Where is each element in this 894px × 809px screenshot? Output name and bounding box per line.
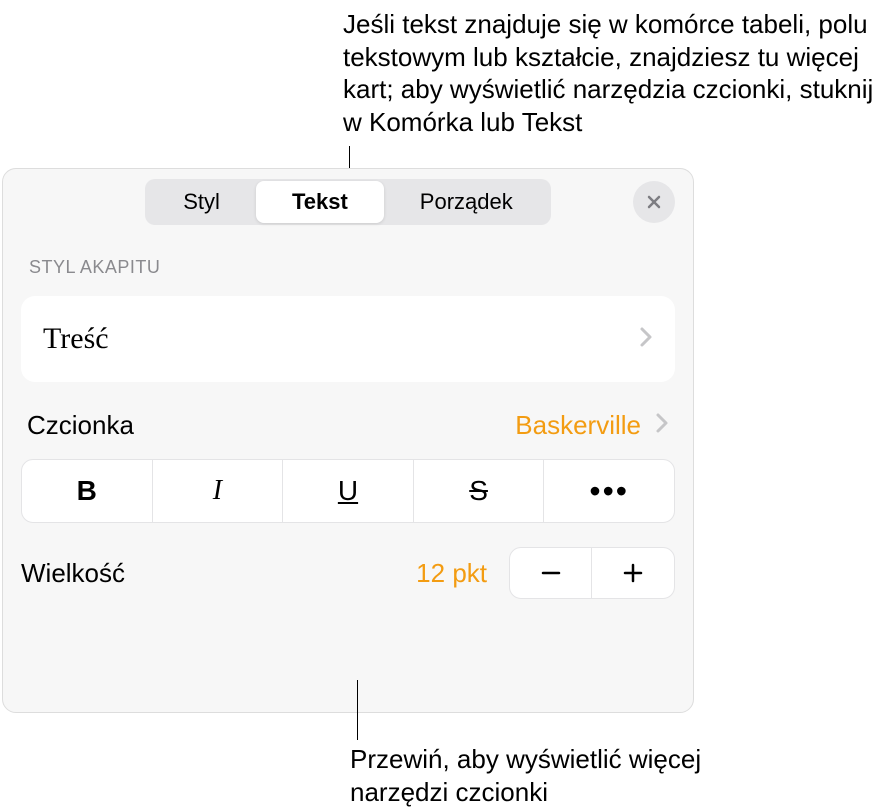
font-row[interactable]: Czcionka Baskerville <box>27 410 669 441</box>
tab-text[interactable]: Tekst <box>256 181 384 223</box>
paragraph-style-value: Treść <box>43 322 109 356</box>
size-increase-button[interactable] <box>592 548 674 598</box>
close-icon <box>644 192 664 212</box>
font-label: Czcionka <box>27 410 134 441</box>
callout-line <box>357 680 358 740</box>
underline-button[interactable]: U <box>283 460 414 522</box>
plus-icon <box>621 561 645 585</box>
annotation-bottom: Przewiń, aby wyświetlić więcej narzędzi … <box>350 743 750 808</box>
annotation-top: Jeśli tekst znajduje się w komórce tabel… <box>343 8 893 138</box>
paragraph-style-label: STYL AKAPITU <box>3 235 693 286</box>
chevron-right-icon <box>655 412 669 439</box>
minus-icon <box>539 561 563 585</box>
font-value: Baskerville <box>515 410 641 441</box>
tab-segmented-control: Styl Tekst Porządek <box>145 179 550 225</box>
size-label: Wielkość <box>21 558 125 589</box>
size-stepper <box>509 547 675 599</box>
size-decrease-button[interactable] <box>510 548 592 598</box>
more-options-button[interactable]: ••• <box>544 460 674 522</box>
size-value: 12 pkt <box>416 558 487 589</box>
bold-button[interactable]: B <box>22 460 153 522</box>
size-row: Wielkość 12 pkt <box>21 547 675 599</box>
paragraph-style-row[interactable]: Treść <box>21 296 675 382</box>
chevron-right-icon <box>639 326 653 353</box>
format-panel: Styl Tekst Porządek STYL AKAPITU Treść C… <box>2 168 694 713</box>
close-button[interactable] <box>633 181 675 223</box>
text-style-button-group: B I U S ••• <box>21 459 675 523</box>
panel-header: Styl Tekst Porządek <box>3 169 693 235</box>
strikethrough-button[interactable]: S <box>414 460 545 522</box>
italic-button[interactable]: I <box>153 460 284 522</box>
tab-arrange[interactable]: Porządek <box>384 181 549 223</box>
tab-style[interactable]: Styl <box>147 181 256 223</box>
